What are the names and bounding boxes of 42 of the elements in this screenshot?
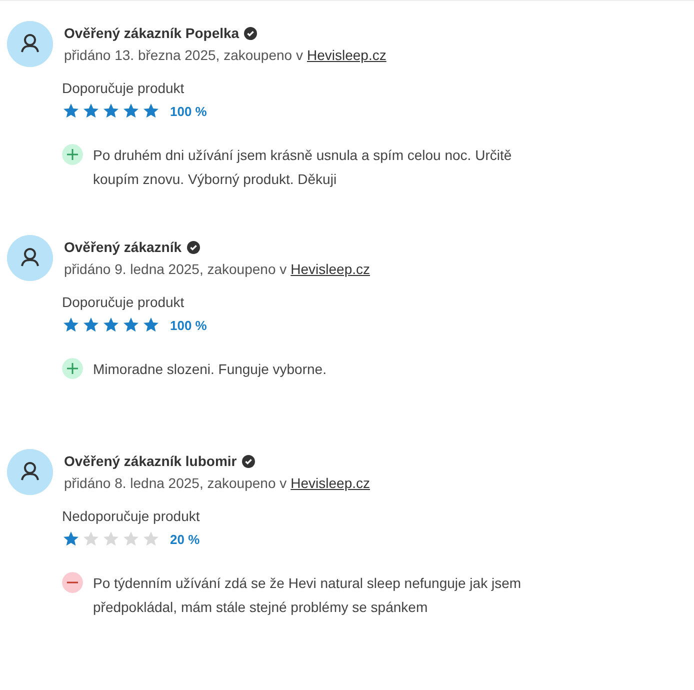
plus-icon xyxy=(62,144,83,165)
review-text: Po týdenním užívání zdá se že Hevi natural sleep nefunguje jak jsem předpokládal, mám stále stejné problémy se spánkem xyxy=(93,574,522,617)
plus-icon xyxy=(62,358,83,379)
shop-link[interactable]: Hevisleep.cz xyxy=(290,261,370,277)
star-icon xyxy=(62,102,80,120)
star-icon xyxy=(62,316,80,334)
review-date: přidáno 8. ledna 2025, zakoupeno v xyxy=(64,475,287,491)
star-icon xyxy=(82,316,100,334)
star-icon xyxy=(142,316,160,334)
rating-percent: 100 % xyxy=(170,104,207,118)
minus-icon xyxy=(62,572,83,593)
reviewer-name: Ověřený zákazník xyxy=(64,239,182,255)
star-icon xyxy=(82,530,100,548)
rating-percent: 20 % xyxy=(170,532,200,546)
reviewer-name: Ověřený zákazník Popelka xyxy=(64,25,240,41)
verified-icon xyxy=(244,26,258,40)
star-icon xyxy=(82,102,100,120)
recommendation-label: Nedoporučuje produkt xyxy=(62,508,201,524)
review-date: přidáno 9. ledna 2025, zakoupeno v xyxy=(64,261,287,277)
star-icon xyxy=(102,102,120,120)
star-icon xyxy=(102,316,120,334)
avatar-icon xyxy=(7,449,53,495)
recommendation-label: Doporučuje produkt xyxy=(62,80,186,96)
shop-link[interactable]: Hevisleep.cz xyxy=(290,475,370,491)
avatar-icon xyxy=(7,21,53,67)
reviewer-name: Ověřený zákazník lubomir xyxy=(64,453,237,469)
star-icon xyxy=(102,530,120,548)
review-text: Po druhém dni užívání jsem krásně usnula a spím celou noc. Určitě koupím znovu. Výborný produkt. Děkuji xyxy=(93,146,513,189)
shop-link[interactable]: Hevisleep.cz xyxy=(306,47,386,63)
avatar-icon xyxy=(7,235,53,281)
recommendation-label: Doporučuje produkt xyxy=(62,294,186,310)
star-icon xyxy=(62,530,80,548)
star-icon xyxy=(142,102,160,120)
star-icon xyxy=(122,316,140,334)
verified-icon xyxy=(186,240,200,254)
review-text: Mimoradne slozeni. Funguje vyborne. xyxy=(93,360,326,379)
star-icon xyxy=(122,102,140,120)
verified-icon xyxy=(242,454,255,468)
star-icon xyxy=(122,530,140,548)
star-icon xyxy=(142,530,160,548)
rating-percent: 100 % xyxy=(170,318,207,332)
review-date: přidáno 13. března 2025, zakoupeno v xyxy=(64,47,303,63)
